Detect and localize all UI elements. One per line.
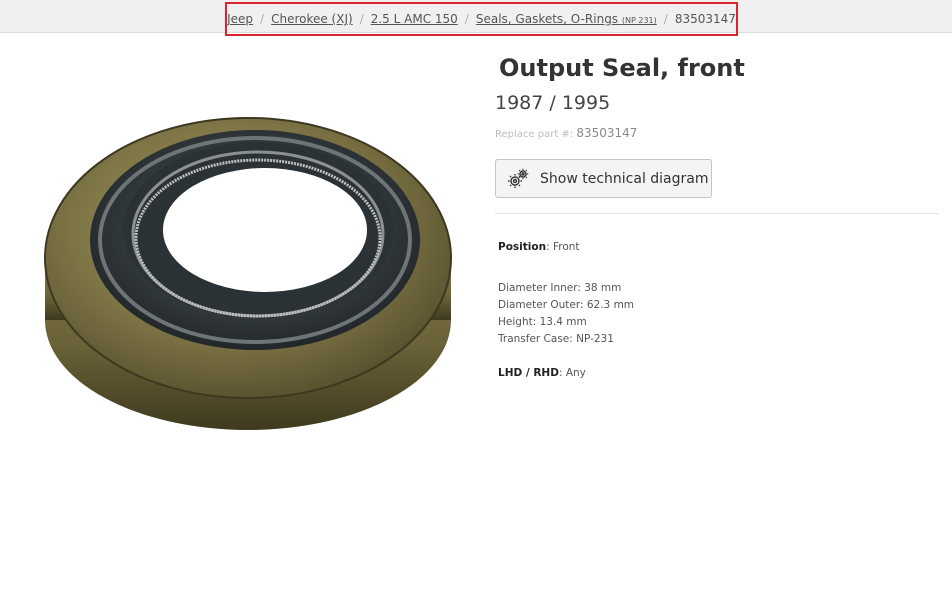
spec-line: Transfer Case: NP-231	[498, 333, 614, 345]
breadcrumb: Jeep / Cherokee (XJ) / 2.5 L AMC 150 / S…	[225, 2, 738, 36]
product-image	[44, 117, 452, 430]
spec-position-value: : Front	[546, 241, 580, 253]
breadcrumb-separator: /	[359, 12, 364, 26]
breadcrumb-link-make[interactable]: Jeep	[227, 12, 253, 26]
breadcrumb-separator: /	[464, 12, 469, 26]
breadcrumb-current: 83503147	[674, 12, 736, 26]
product-years: 1987 / 1995	[495, 92, 611, 114]
replace-part: Replace part #: 83503147	[495, 126, 637, 140]
breadcrumb-link-model[interactable]: Cherokee (XJ)	[271, 12, 353, 26]
gears-icon	[508, 168, 529, 188]
replace-part-label: Replace part #:	[495, 129, 574, 140]
spec-line: Height: 13.4 mm	[498, 316, 587, 328]
replace-part-number: 83503147	[576, 126, 638, 140]
spec-lhd-label: LHD / RHD	[498, 367, 559, 379]
divider	[494, 213, 939, 214]
breadcrumb-link-engine[interactable]: 2.5 L AMC 150	[371, 12, 458, 26]
show-diagram-button[interactable]: Show technical diagram	[495, 159, 712, 198]
show-diagram-label: Show technical diagram	[540, 170, 709, 187]
spec-position-label: Position	[498, 241, 547, 253]
product-title: Output Seal, front	[499, 54, 745, 82]
spec-position: Position: Front	[498, 241, 580, 253]
breadcrumb-category-suffix: (NP 231)	[621, 16, 657, 25]
spec-line: Diameter Outer: 62.3 mm	[498, 299, 635, 311]
spec-line: Diameter Inner: 38 mm	[498, 282, 622, 294]
breadcrumb-separator: /	[663, 12, 668, 26]
spec-lhd-rhd: LHD / RHD: Any	[498, 367, 586, 379]
spec-lhd-value: : Any	[558, 367, 586, 379]
breadcrumb-link-category[interactable]: Seals, Gaskets, O-Rings (NP 231)	[476, 12, 657, 26]
breadcrumb-category-label: Seals, Gaskets, O-Rings	[475, 12, 619, 26]
breadcrumb-separator: /	[260, 12, 265, 26]
